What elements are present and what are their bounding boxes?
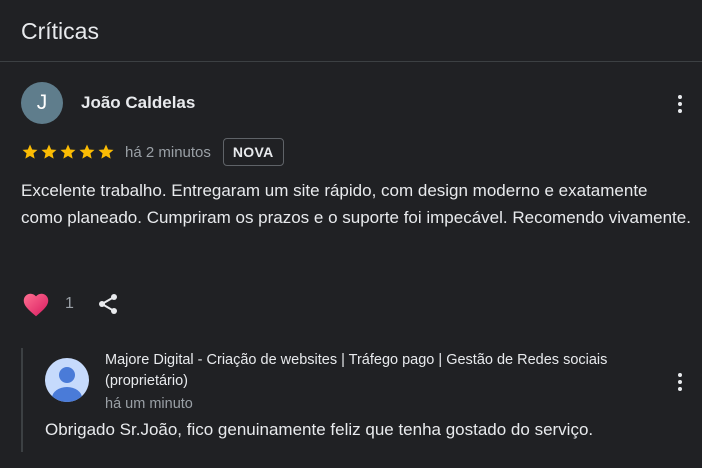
review-more-options-icon[interactable] — [670, 90, 690, 118]
like-count: 1 — [65, 295, 74, 312]
reply-text: Obrigado Sr.João, fico genuinamente feli… — [45, 420, 594, 439]
owner-avatar — [45, 358, 89, 402]
star-icon — [60, 144, 76, 159]
review-text: Excelente trabalho. Entregaram um site r… — [21, 181, 691, 227]
owner-name: Majore Digital - Criação de websites | T… — [105, 352, 608, 389]
section-title: Críticas — [21, 18, 99, 44]
reply-time: há um minuto — [105, 396, 193, 412]
reply-more-options-icon[interactable] — [670, 368, 690, 396]
reviews-panel: Críticas J João Caldelas há 2 minutos NO… — [0, 0, 702, 468]
review-time: há 2 minutos — [125, 143, 211, 161]
new-badge: NOVA — [222, 138, 284, 166]
review-actions: 1 — [22, 290, 120, 318]
person-icon — [45, 358, 89, 402]
heart-icon[interactable] — [22, 291, 50, 317]
star-icon — [79, 144, 95, 159]
star-icon — [41, 144, 57, 159]
star-rating — [21, 143, 115, 161]
rating-row: há 2 minutos NOVA — [21, 138, 284, 166]
share-icon[interactable] — [96, 292, 120, 316]
star-icon — [98, 144, 114, 159]
header-divider — [0, 61, 702, 62]
reviewer-avatar[interactable]: J — [21, 82, 63, 124]
reviewer-name[interactable]: João Caldelas — [81, 92, 195, 114]
reply-indent-bar — [21, 348, 23, 452]
star-icon — [22, 144, 38, 159]
